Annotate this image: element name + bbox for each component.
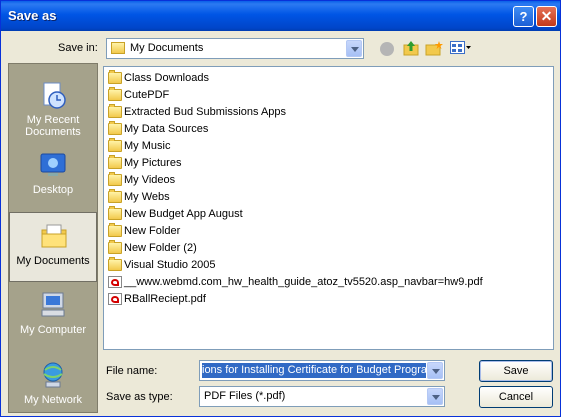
my-network-icon xyxy=(43,362,63,388)
save-as-type-dropdown[interactable]: PDF Files (*.pdf) xyxy=(199,386,445,407)
place-my-documents[interactable]: My Documents xyxy=(9,212,97,282)
folder-icon xyxy=(108,104,122,118)
videos-folder-icon xyxy=(108,172,122,186)
recent-documents-icon xyxy=(43,82,66,109)
save-button[interactable]: Save xyxy=(479,360,553,382)
close-button[interactable]: ✕ xyxy=(536,6,557,27)
save-as-type-value: PDF Files (*.pdf) xyxy=(204,390,286,402)
places-bar: My Recent Documents Desktop My Documents… xyxy=(8,63,98,413)
save-as-dialog: Save as ? ✕ Save in: My Documents My Rec… xyxy=(0,0,561,417)
place-my-network[interactable]: My Network xyxy=(9,352,97,412)
my-documents-small-icon xyxy=(111,42,125,54)
new-folder-icon[interactable] xyxy=(425,40,443,56)
folder-icon xyxy=(108,189,122,203)
file-name-label: File name: xyxy=(106,365,158,377)
place-desktop[interactable]: Desktop xyxy=(9,142,97,212)
up-folder-icon[interactable] xyxy=(403,40,419,56)
place-label: My Network xyxy=(23,394,83,406)
my-computer-icon xyxy=(41,292,65,317)
save-as-type-label: Save as type: xyxy=(106,391,173,403)
folder-icon xyxy=(108,240,122,254)
folder-icon xyxy=(108,223,122,237)
window-title: Save as xyxy=(8,8,57,23)
folder-icon xyxy=(108,206,122,220)
back-icon[interactable] xyxy=(380,42,394,56)
chevron-down-icon[interactable] xyxy=(427,362,443,379)
desktop-icon xyxy=(40,153,66,176)
place-my-computer[interactable]: My Computer xyxy=(9,282,97,352)
save-in-value: My Documents xyxy=(130,42,204,54)
place-label: My Documents xyxy=(16,255,90,267)
place-label: Desktop xyxy=(32,184,74,196)
place-my-recent-documents[interactable]: My Recent Documents xyxy=(9,72,97,142)
music-folder-icon xyxy=(108,138,122,152)
cancel-button[interactable]: Cancel xyxy=(479,386,553,408)
file-name-field[interactable]: ions for Installing Certificate for Budg… xyxy=(199,360,445,381)
help-button[interactable]: ? xyxy=(513,6,534,27)
chevron-down-icon[interactable] xyxy=(427,388,443,405)
folder-icon xyxy=(108,257,122,271)
place-label: My Recent Documents xyxy=(25,114,81,138)
my-documents-icon xyxy=(41,224,67,248)
data-sources-folder-icon xyxy=(108,121,122,135)
views-menu-icon[interactable] xyxy=(450,41,472,55)
save-in-dropdown[interactable]: My Documents xyxy=(106,38,364,59)
pdf-file-icon xyxy=(108,293,122,305)
title-bar[interactable]: Save as ? ✕ xyxy=(1,1,560,31)
folder-icon xyxy=(108,70,122,84)
file-name-value: ions for Installing Certificate for Budg… xyxy=(202,363,426,378)
chevron-down-icon[interactable] xyxy=(346,40,362,57)
pdf-file-icon xyxy=(108,276,122,288)
pictures-folder-icon xyxy=(108,155,122,169)
save-in-label: Save in: xyxy=(58,42,98,54)
place-label: My Computer xyxy=(19,324,87,336)
file-list[interactable]: Class Downloads CutePDF Extracted Bud Su… xyxy=(103,66,554,350)
folder-icon xyxy=(108,87,122,101)
